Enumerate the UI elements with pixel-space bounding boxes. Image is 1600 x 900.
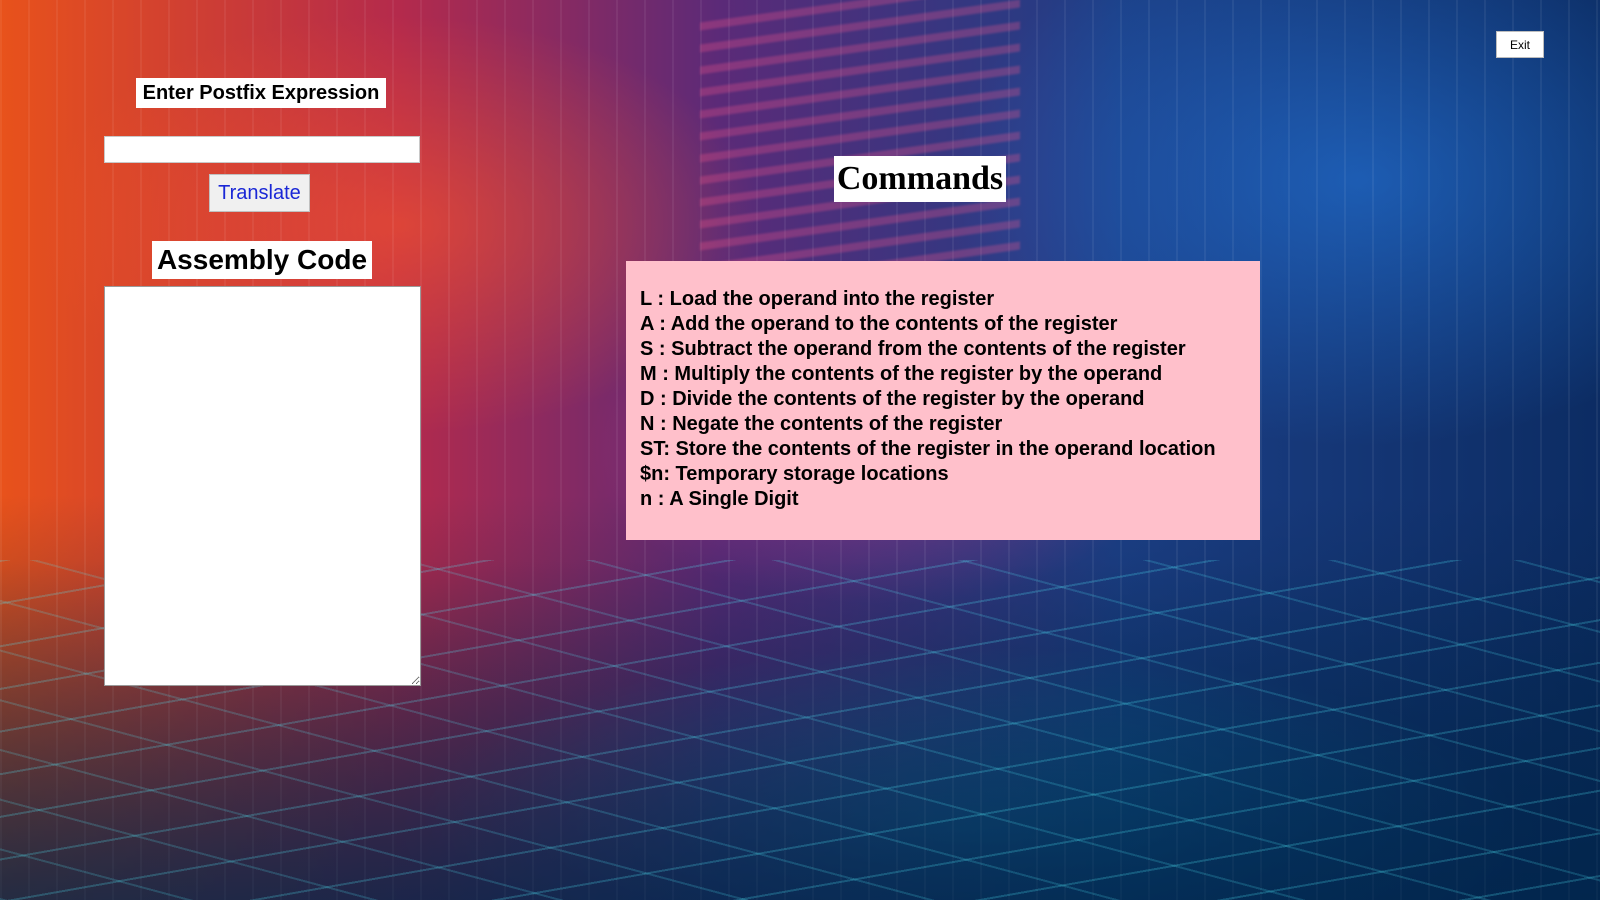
command-store: ST: Store the contents of the register i… (640, 438, 1216, 460)
command-single-digit: n : A Single Digit (640, 488, 799, 510)
app-window: Enter Postfix Expression Translate Assem… (0, 0, 1600, 900)
translate-button[interactable]: Translate (209, 174, 310, 212)
command-load: L : Load the operand into the register (640, 288, 995, 310)
assembly-code-label: Assembly Code (152, 241, 372, 279)
exit-button[interactable]: Exit (1496, 31, 1544, 58)
commands-panel: L : Load the operand into the register A… (626, 261, 1260, 540)
postfix-expression-label: Enter Postfix Expression (136, 78, 386, 108)
commands-title: Commands (834, 156, 1006, 202)
command-temporary-storage: $n: Temporary storage locations (640, 463, 949, 485)
command-divide: D : Divide the contents of the register … (640, 388, 1145, 410)
command-subtract: S : Subtract the operand from the conten… (640, 338, 1186, 360)
command-multiply: M : Multiply the contents of the registe… (640, 363, 1163, 385)
command-negate: N : Negate the contents of the register (640, 413, 1003, 435)
postfix-expression-input[interactable] (104, 136, 420, 163)
command-add: A : Add the operand to the contents of t… (640, 313, 1118, 335)
assembly-code-output[interactable] (104, 286, 421, 686)
